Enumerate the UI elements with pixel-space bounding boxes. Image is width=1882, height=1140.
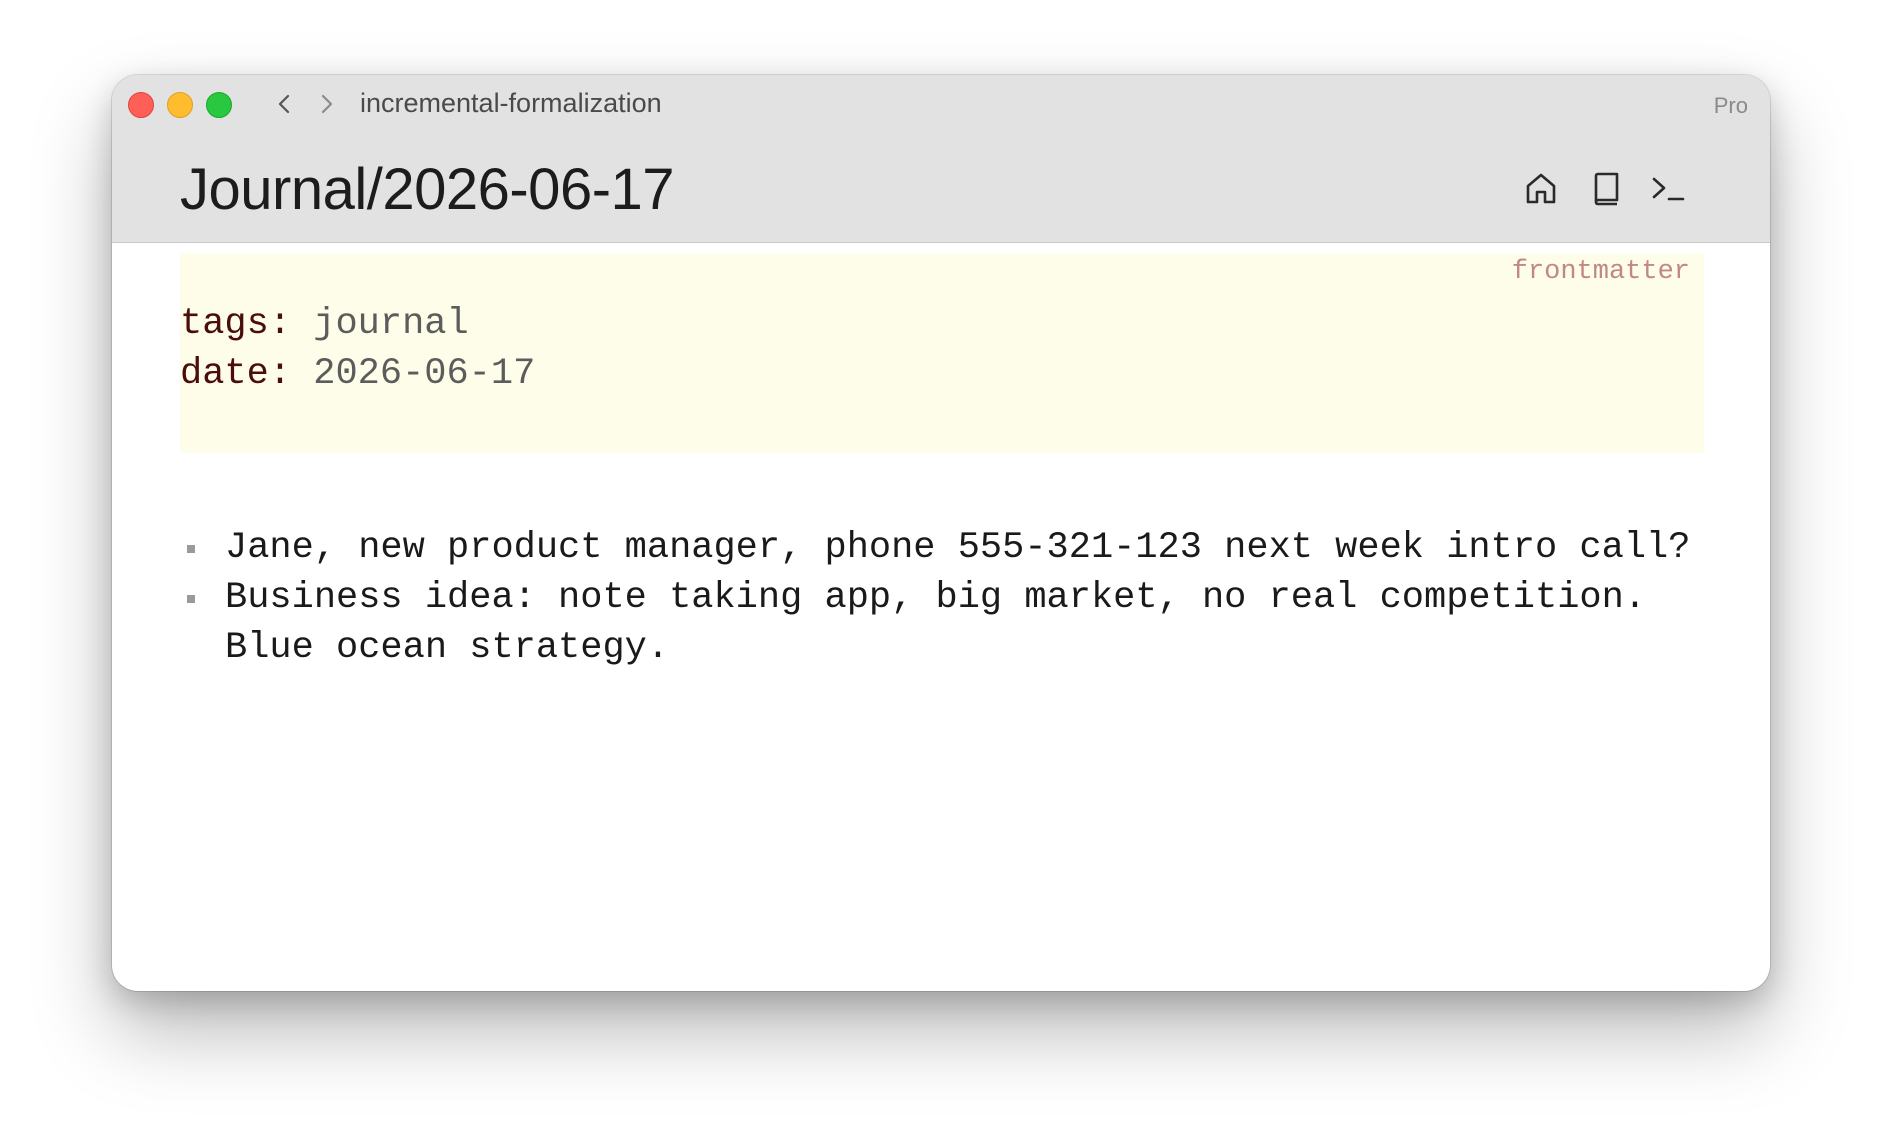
frontmatter-field-date[interactable]: date: 2026-06-17 — [180, 353, 535, 395]
forward-button[interactable] — [312, 89, 342, 119]
plan-badge: Pro — [1713, 93, 1748, 118]
workspace-breadcrumb[interactable]: incremental-formalization — [360, 88, 662, 119]
back-button[interactable] — [269, 89, 299, 119]
editor-area[interactable]: frontmatter tags: journal date: 2026-06-… — [112, 243, 1770, 991]
frontmatter-value: journal — [313, 303, 469, 345]
terminal-icon — [1652, 177, 1685, 201]
terminal-button[interactable] — [1647, 167, 1691, 211]
chevron-right-icon — [321, 94, 333, 114]
page-title[interactable]: Journal/2026-06-17 — [180, 156, 675, 223]
frontmatter-label: frontmatter — [1511, 257, 1690, 287]
title-bar: incremental-formalization Pro Journal/20… — [112, 75, 1770, 243]
chevron-left-icon — [278, 94, 290, 114]
book-icon — [1594, 172, 1619, 206]
frontmatter-key: date: — [180, 353, 292, 395]
book-button[interactable] — [1584, 167, 1628, 211]
close-window-button[interactable] — [128, 92, 154, 118]
list-item-text: Jane, new product manager, phone 555-321… — [225, 527, 1691, 569]
frontmatter-key: tags: — [180, 303, 292, 345]
home-button[interactable] — [1519, 167, 1563, 211]
bullet-marker — [187, 545, 195, 553]
bullet-marker — [187, 595, 195, 603]
app-window: incremental-formalization Pro Journal/20… — [112, 75, 1770, 991]
frontmatter-field-tags[interactable]: tags: journal — [180, 303, 469, 345]
list-item[interactable]: Business idea: note taking app, big mark… — [180, 573, 1720, 673]
note-bullet-list: Jane, new product manager, phone 555-321… — [180, 523, 1720, 673]
frontmatter-block[interactable]: frontmatter tags: journal date: 2026-06-… — [180, 253, 1704, 453]
minimize-window-button[interactable] — [167, 92, 193, 118]
list-item-text: Business idea: note taking app, big mark… — [225, 577, 1647, 669]
home-icon — [1526, 173, 1556, 204]
list-item[interactable]: Jane, new product manager, phone 555-321… — [180, 523, 1720, 573]
maximize-window-button[interactable] — [206, 92, 232, 118]
frontmatter-value: 2026-06-17 — [313, 353, 536, 395]
